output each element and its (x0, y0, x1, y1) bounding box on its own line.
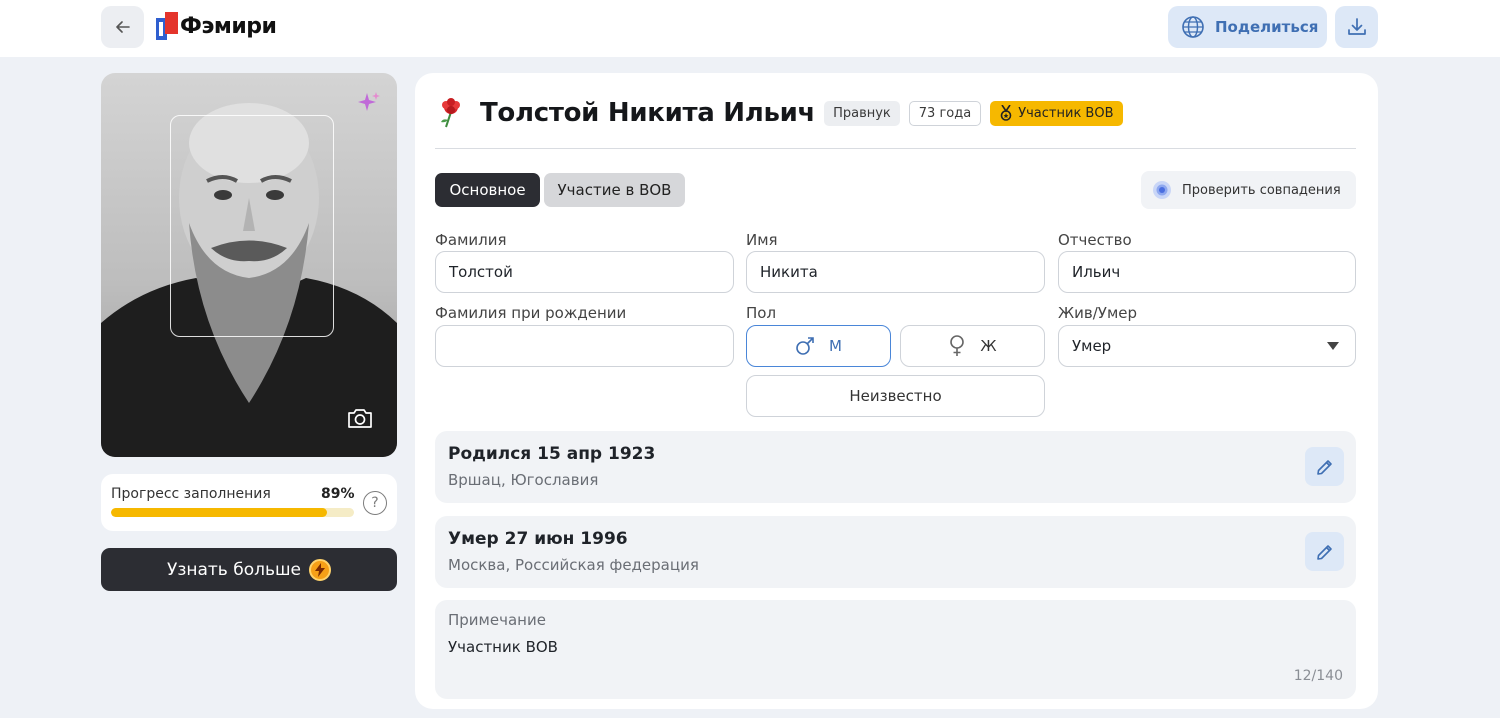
ai-sparkle-icon[interactable] (357, 91, 381, 115)
globe-icon (1182, 16, 1204, 38)
surname-label: Фамилия (435, 231, 507, 249)
share-button[interactable]: Поделиться (1168, 6, 1327, 48)
gender-female-button[interactable]: Ж (900, 325, 1045, 367)
gender-male-label: М (829, 337, 842, 355)
alive-status-select[interactable]: Умер (1058, 325, 1356, 367)
tab-main[interactable]: Основное (435, 173, 540, 207)
death-event-card: Умер 27 июн 1996 Москва, Российская феде… (435, 516, 1356, 588)
learn-more-label: Узнать больше (166, 559, 302, 580)
progress-value: 89% (321, 486, 355, 502)
gender-male-button[interactable]: М (746, 325, 891, 367)
note-label: Примечание (448, 611, 546, 629)
face-detection-frame (170, 115, 334, 337)
birth-surname-label: Фамилия при рождении (435, 304, 627, 322)
top-bar: Фэмири Поделиться (0, 0, 1500, 57)
gender-label: Пол (746, 304, 777, 322)
carnation-icon (441, 98, 460, 128)
lightning-icon (309, 558, 332, 581)
check-matches-button[interactable]: Проверить совпадения (1141, 171, 1356, 209)
vov-badge-label: Участник ВОВ (1018, 105, 1114, 121)
camera-icon (348, 409, 372, 428)
person-name: Толстой Никита Ильич (480, 98, 816, 128)
note-field[interactable]: Примечание Участник ВОВ 12/140 (435, 600, 1356, 699)
male-icon (796, 337, 814, 355)
person-header: Толстой Никита Ильич Правнук 73 года Уча… (437, 95, 1123, 131)
edit-death-button[interactable] (1305, 532, 1344, 571)
first-name-label: Имя (746, 231, 778, 249)
change-photo-button[interactable] (345, 403, 375, 433)
caret-down-icon (1327, 342, 1339, 350)
death-event-place: Москва, Российская федерация (448, 556, 699, 574)
birth-event-place: Вршац, Югославия (448, 471, 599, 489)
logo-mark-icon (156, 12, 178, 40)
arrow-left-icon (115, 21, 130, 33)
download-icon (1347, 18, 1366, 35)
first-name-input[interactable] (746, 251, 1045, 293)
patronymic-label: Отчество (1058, 231, 1132, 249)
birth-event-card: Родился 15 апр 1923 Вршац, Югославия (435, 431, 1356, 503)
share-label: Поделиться (1215, 18, 1319, 36)
logo-text: Фэмири (180, 13, 277, 39)
progress-bar-fill (111, 508, 328, 517)
birth-event-title: Родился 15 апр 1923 (448, 444, 656, 464)
pencil-icon (1316, 459, 1332, 475)
check-matches-label: Проверить совпадения (1182, 182, 1341, 198)
patronymic-input[interactable] (1058, 251, 1356, 293)
alive-status-value: Умер (1072, 337, 1112, 355)
gender-unknown-button[interactable]: Неизвестно (746, 375, 1045, 417)
progress-bar (111, 508, 354, 517)
age-badge: 73 года (908, 100, 982, 126)
progress-label: Прогресс заполнения (111, 486, 271, 502)
back-button[interactable] (101, 6, 144, 48)
radar-icon (1153, 181, 1171, 199)
header-divider (435, 148, 1356, 149)
note-char-counter: 12/140 (1293, 668, 1343, 684)
alive-status-label: Жив/Умер (1058, 304, 1138, 322)
learn-more-button[interactable]: Узнать больше (101, 548, 397, 591)
help-icon[interactable]: ? (363, 491, 387, 515)
tab-vov-participation[interactable]: Участие в ВОВ (544, 173, 685, 207)
person-details-card: Толстой Никита Ильич Правнук 73 года Уча… (415, 73, 1378, 709)
edit-birth-button[interactable] (1305, 447, 1344, 486)
gender-female-label: Ж (980, 337, 997, 355)
relation-badge: Правнук (824, 100, 900, 126)
medal-icon (1000, 105, 1012, 121)
fill-progress-card: Прогресс заполнения 89% ? (101, 474, 397, 531)
birth-surname-input[interactable] (435, 325, 734, 367)
app-logo[interactable]: Фэмири (156, 10, 277, 42)
female-icon (950, 335, 965, 356)
surname-input[interactable] (435, 251, 734, 293)
download-button[interactable] (1335, 6, 1378, 48)
profile-photo[interactable] (101, 73, 397, 457)
death-event-title: Умер 27 июн 1996 (448, 529, 628, 549)
note-text: Участник ВОВ (448, 638, 558, 656)
pencil-icon (1316, 544, 1332, 560)
vov-participant-badge: Участник ВОВ (990, 100, 1123, 126)
